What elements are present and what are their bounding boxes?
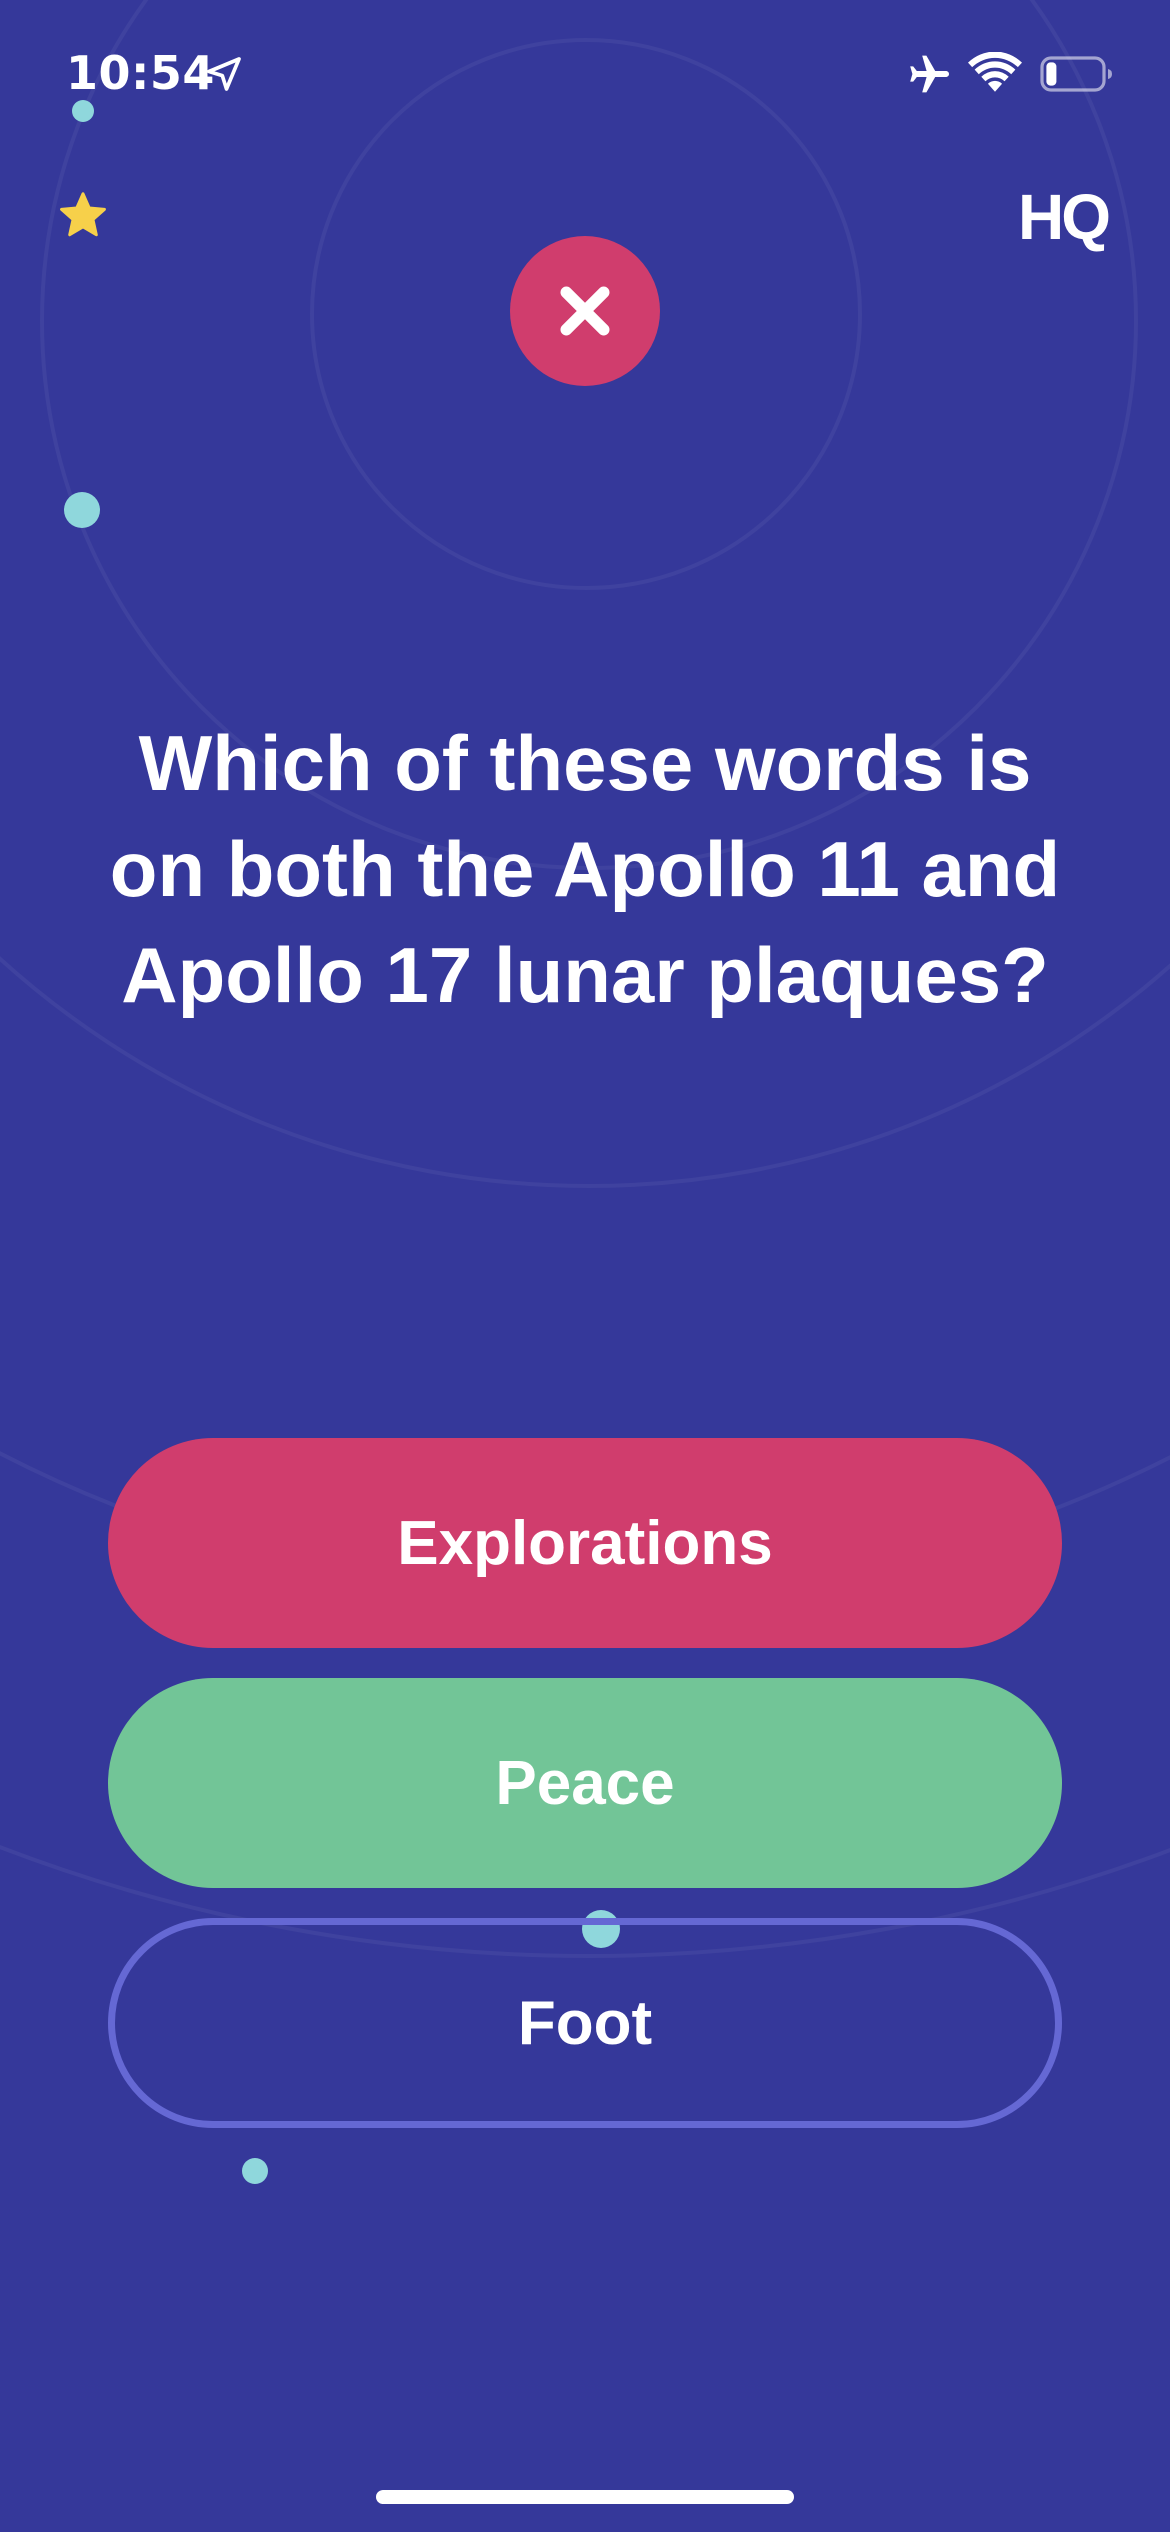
answer-option-peace[interactable]: Peace (108, 1678, 1062, 1888)
airplane-icon (910, 55, 949, 93)
status-time: 10:54 (66, 46, 215, 100)
wrong-answer-badge (510, 236, 660, 386)
battery-icon (1040, 56, 1112, 92)
hq-logo: HQ (1018, 181, 1111, 253)
answer-option-explorations[interactable]: Explorations (108, 1438, 1062, 1648)
close-icon (560, 286, 610, 336)
decorative-dot (72, 100, 94, 122)
answer-option-foot[interactable]: Foot (108, 1918, 1062, 2128)
decorative-dot (64, 492, 100, 528)
star-icon (60, 192, 106, 237)
wifi-icon (968, 52, 1022, 92)
question-text: Which of these words is on both the Apol… (109, 719, 1061, 1019)
home-indicator[interactable] (376, 2490, 794, 2504)
game-screen: 10:54 HQ Which of these words is on both… (0, 0, 1170, 2532)
decorative-dot (242, 2158, 268, 2184)
location-arrow-icon (207, 57, 241, 91)
